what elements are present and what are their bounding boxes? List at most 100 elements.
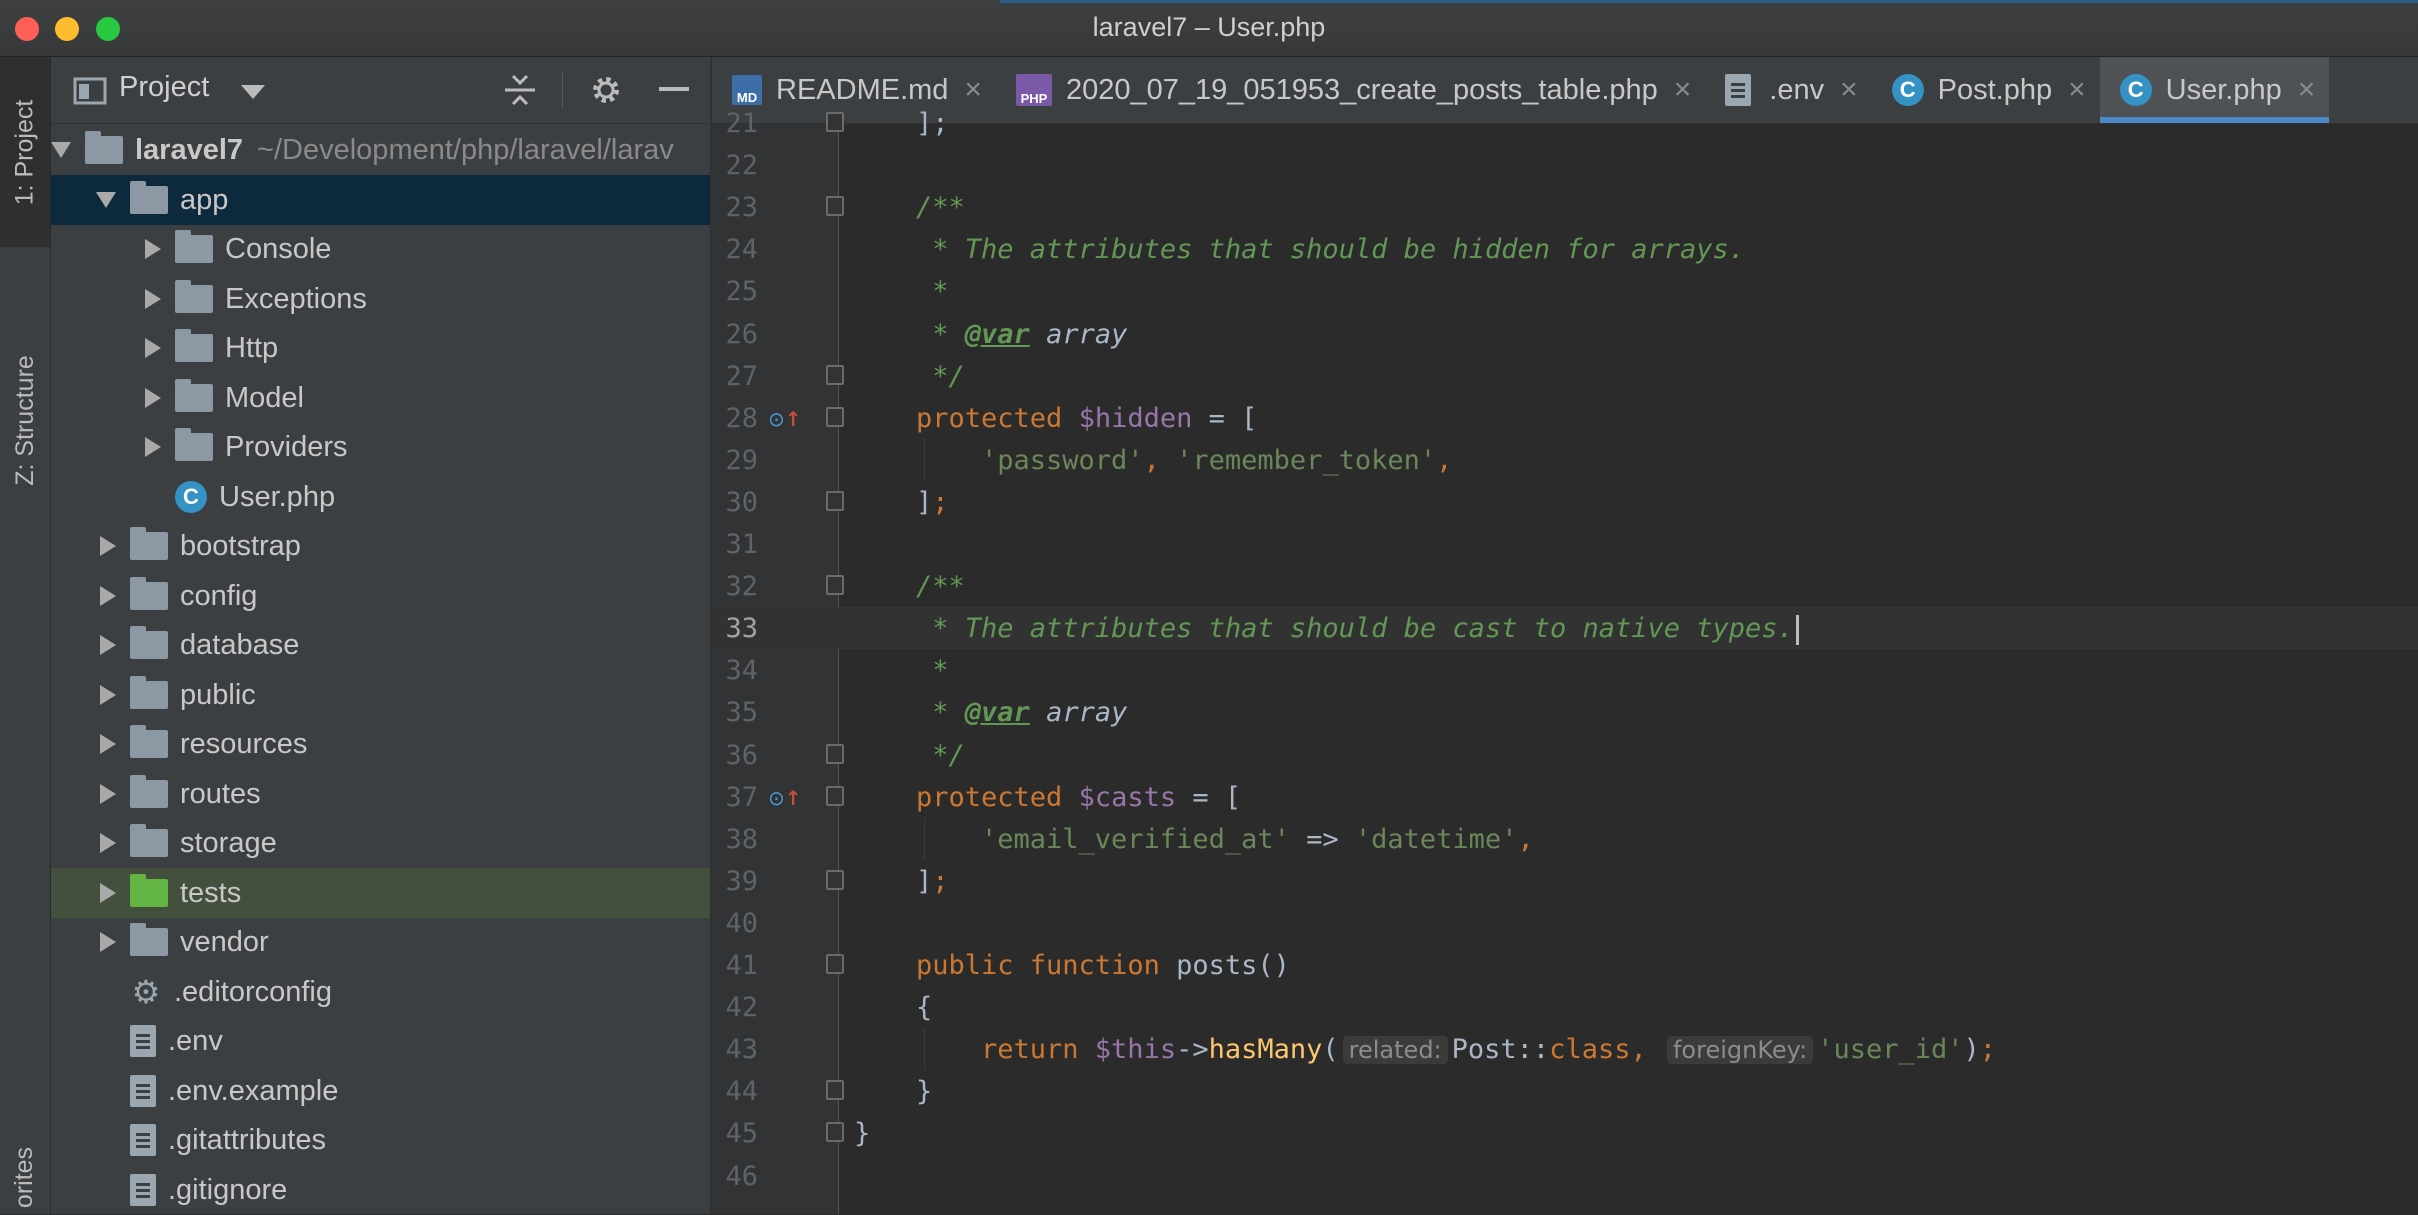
tree-item[interactable]: ⚙ .editorconfig <box>51 967 710 1017</box>
expand-arrow-right-icon[interactable] <box>100 932 116 952</box>
line-number: 27 <box>725 361 758 392</box>
fold-marker-icon[interactable] <box>826 1122 844 1142</box>
expand-arrow-right-icon[interactable] <box>145 388 161 408</box>
code-editor[interactable]: 21]; 22 23 /** 24 * The attributes that shou… <box>712 108 2418 1214</box>
tree-arrow-slot <box>51 536 130 556</box>
code-token: , <box>1143 445 1177 476</box>
favorites-tool-tab[interactable]: orites <box>0 1129 50 1214</box>
tree-item[interactable]: routes <box>51 769 710 819</box>
code-token: * <box>916 319 965 350</box>
tree-item[interactable]: database <box>51 620 710 670</box>
fold-marker-icon[interactable] <box>826 575 844 595</box>
chevron-down-icon[interactable] <box>241 85 265 99</box>
text-file-icon <box>130 1075 156 1107</box>
line-number: 24 <box>725 234 758 265</box>
expand-arrow-down-icon[interactable] <box>96 192 116 208</box>
expand-arrow-right-icon[interactable] <box>100 734 116 754</box>
expand-arrow-right-icon[interactable] <box>100 685 116 705</box>
code-text: * <box>916 655 948 686</box>
fold-marker-icon[interactable] <box>826 365 844 385</box>
project-tool-tab[interactable]: 1: Project <box>0 57 50 247</box>
code-line: 21]; <box>712 102 2418 144</box>
tree-item[interactable]: laravel7 ~/Development/php/laravel/larav <box>51 125 710 175</box>
collapse-all-icon[interactable] <box>503 73 537 107</box>
window-title: laravel7 – User.php <box>1092 12 1326 42</box>
structure-tool-tab[interactable]: Z: Structure <box>0 285 50 555</box>
code-token: class, <box>1549 1034 1663 1065</box>
tree-item[interactable]: vendor <box>51 917 710 967</box>
code-line: 28 ⊙↑ protected $hidden = [ <box>712 397 2418 439</box>
project-panel: Project laravel7 ~/Development/php/larave… <box>51 57 712 1214</box>
code-line: 45} <box>712 1112 2418 1154</box>
folder-icon <box>130 775 168 808</box>
code-token: $hidden <box>1078 403 1193 434</box>
tree-item[interactable]: C User.php <box>51 472 710 522</box>
tree-item[interactable]: Exceptions <box>51 274 710 324</box>
tree-item[interactable]: app <box>51 175 710 225</box>
tree-item[interactable]: Http <box>51 323 710 373</box>
minimize-panel-icon[interactable] <box>659 87 689 93</box>
tree-item[interactable]: .env.example <box>51 1066 710 1116</box>
expand-arrow-right-icon[interactable] <box>145 338 161 358</box>
tree-item[interactable]: storage <box>51 818 710 868</box>
tree-item[interactable]: .gitattributes <box>51 1115 710 1165</box>
tree-item[interactable]: Providers <box>51 422 710 472</box>
fold-marker-icon[interactable] <box>826 744 844 764</box>
title-bar-accent <box>1000 0 2418 3</box>
fold-marker-icon[interactable] <box>826 112 844 132</box>
tree-arrow-slot <box>51 685 130 705</box>
tree-arrow-slot <box>51 239 175 259</box>
tree-item[interactable]: bootstrap <box>51 521 710 571</box>
code-line: 40 <box>712 902 2418 944</box>
title-bar: laravel7 – User.php <box>0 0 2418 57</box>
fold-marker-icon[interactable] <box>826 870 844 890</box>
tree-item[interactable]: resources <box>51 719 710 769</box>
tree-item[interactable]: .gitignore <box>51 1165 710 1215</box>
expand-arrow-right-icon[interactable] <box>145 289 161 309</box>
text-file-icon <box>130 1174 156 1206</box>
code-line: 23 /** <box>712 186 2418 228</box>
expand-arrow-right-icon[interactable] <box>100 635 116 655</box>
expand-arrow-right-icon[interactable] <box>145 437 161 457</box>
code-line: 41 public function posts() <box>712 944 2418 986</box>
project-view-selector[interactable]: Project <box>119 71 209 104</box>
expand-arrow-right-icon[interactable] <box>100 784 116 804</box>
fold-marker-icon[interactable] <box>826 954 844 974</box>
folder-icon <box>130 577 168 610</box>
code-line: 24 * The attributes that should be hidde… <box>712 228 2418 270</box>
tree-item[interactable]: Model <box>51 373 710 423</box>
line-number: 39 <box>725 866 758 897</box>
fold-marker-icon[interactable] <box>826 196 844 216</box>
expand-arrow-right-icon[interactable] <box>145 239 161 259</box>
code-token: ] <box>916 866 933 897</box>
fold-marker-icon[interactable] <box>826 407 844 427</box>
line-number: 45 <box>725 1118 758 1149</box>
code-text: * @var array <box>916 319 1127 350</box>
text-file-icon <box>130 1025 156 1057</box>
override-marker-icon[interactable]: ⊙↑ <box>768 407 802 431</box>
code-token: 'user_id' <box>1817 1034 1964 1065</box>
code-token: ] <box>916 487 933 518</box>
expand-arrow-right-icon[interactable] <box>100 833 116 853</box>
code-token: * <box>916 276 949 307</box>
tree-item-label: User.php <box>219 480 336 513</box>
expand-arrow-down-icon[interactable] <box>51 142 71 158</box>
expand-arrow-right-icon[interactable] <box>100 883 116 903</box>
expand-arrow-right-icon[interactable] <box>100 586 116 606</box>
tree-item[interactable]: Console <box>51 224 710 274</box>
tree-item[interactable]: .env <box>51 1016 710 1066</box>
expand-arrow-right-icon[interactable] <box>100 536 116 556</box>
gear-icon[interactable] <box>589 73 623 107</box>
line-number: 33 <box>725 613 758 644</box>
fold-marker-icon[interactable] <box>826 1080 844 1100</box>
code-text: 'password', 'remember_token', <box>981 445 1452 476</box>
folder-icon <box>130 824 168 857</box>
fold-marker-icon[interactable] <box>826 786 844 806</box>
tree-item-label: Providers <box>225 430 348 463</box>
tree-item[interactable]: config <box>51 571 710 621</box>
code-token: /** <box>916 571 965 602</box>
tree-item[interactable]: tests <box>51 868 710 918</box>
fold-marker-icon[interactable] <box>826 491 844 511</box>
override-marker-icon[interactable]: ⊙↑ <box>768 786 802 810</box>
tree-item[interactable]: public <box>51 670 710 720</box>
